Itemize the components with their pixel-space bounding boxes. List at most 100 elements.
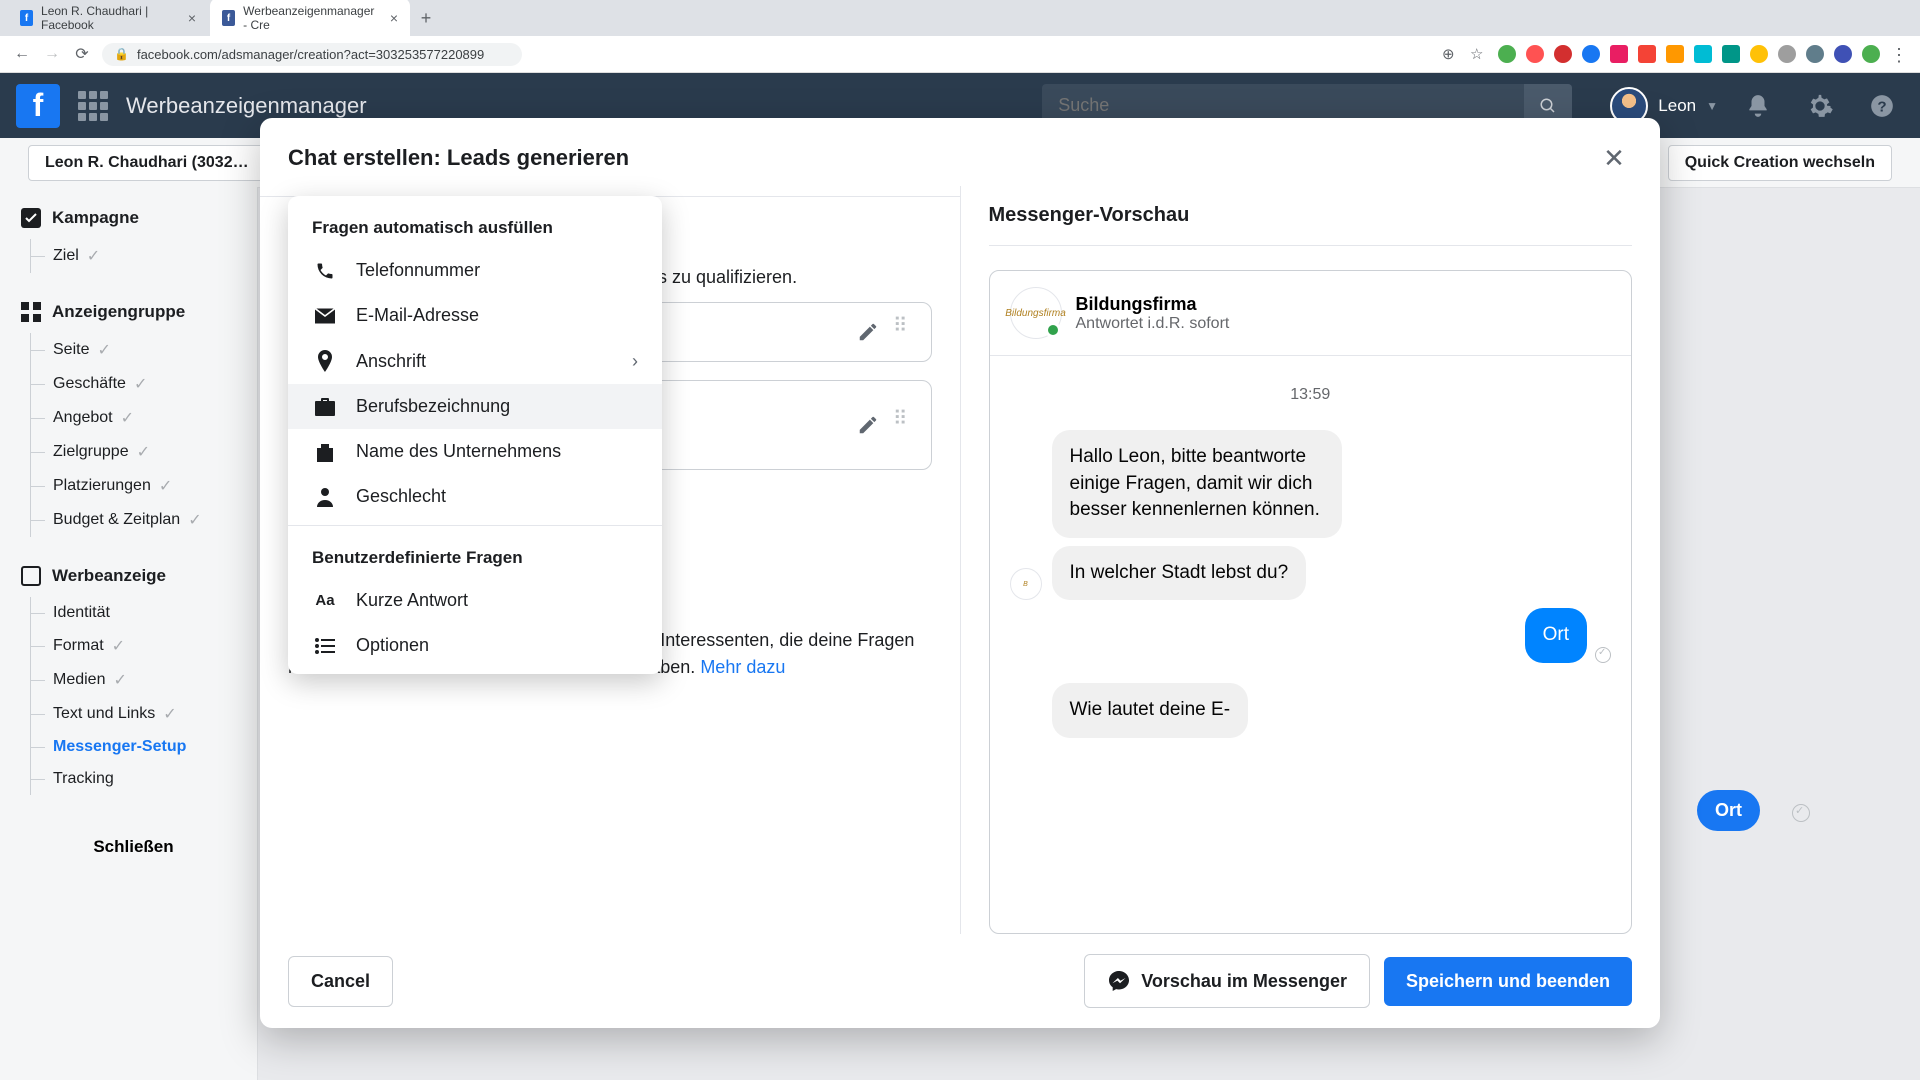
cancel-button[interactable]: Cancel (288, 956, 393, 1007)
apps-grid-icon[interactable] (78, 91, 108, 121)
ext-icon[interactable] (1638, 45, 1656, 63)
product-title: Werbeanzeigenmanager (126, 93, 367, 119)
back-icon[interactable]: ← (12, 45, 32, 63)
modal-title: Chat erstellen: Leads generieren (288, 145, 629, 171)
reload-icon[interactable]: ⟳ (72, 44, 92, 64)
sidebar-item-messenger-setup[interactable]: Messenger-Setup (31, 731, 247, 763)
address-bar[interactable]: 🔒 facebook.com/adsmanager/creation?act=3… (102, 43, 522, 66)
checkbox-checked-icon (20, 207, 42, 229)
ad-icon (20, 565, 42, 587)
message-bubble: In welcher Stadt lebst du? (1052, 546, 1307, 601)
star-icon[interactable]: ☆ (1470, 45, 1488, 63)
left-sidebar: Kampagne Ziel✓ Anzeigengruppe Seite✓ Ges… (0, 187, 258, 1080)
check-icon: ✓ (163, 704, 176, 724)
sidebar-item[interactable]: Zielgruppe✓ (31, 435, 247, 469)
popover-section-label: Benutzerdefinierte Fragen (288, 532, 662, 578)
popover-item-options[interactable]: Optionen (288, 623, 662, 668)
sidebar-section-adset[interactable]: Anzeigengruppe (20, 301, 247, 323)
search-icon (1539, 97, 1557, 115)
learn-more-link[interactable]: Mehr dazu (700, 657, 785, 677)
browser-tab-1[interactable]: f Leon R. Chaudhari | Facebook × (8, 0, 208, 38)
edit-icon[interactable] (857, 321, 879, 343)
extension-icons: ⊕ ☆ ⋮ (1442, 45, 1908, 63)
sidebar-item[interactable]: Medien✓ (31, 663, 247, 697)
ext-icon[interactable] (1610, 45, 1628, 63)
check-icon: ✓ (134, 374, 147, 394)
sidebar-item[interactable]: Text und Links✓ (31, 697, 247, 731)
seen-indicator-icon (1792, 804, 1810, 822)
facebook-favicon: f (20, 10, 33, 26)
popover-item-gender[interactable]: Geschlecht (288, 474, 662, 519)
sidebar-item-ziel[interactable]: Ziel✓ (31, 239, 247, 273)
preview-in-messenger-button[interactable]: Vorschau im Messenger (1084, 954, 1370, 1008)
lock-icon: 🔒 (114, 47, 129, 61)
address-row: ← → ⟳ 🔒 facebook.com/adsmanager/creation… (0, 36, 1920, 72)
message-row: Wie lautet deine E- (1010, 683, 1612, 738)
drag-handle-icon[interactable]: ⠿ (893, 414, 911, 436)
brand-subtitle: Antwortet i.d.R. sofort (1076, 315, 1230, 333)
ext-icon[interactable] (1666, 45, 1684, 63)
sidebar-item[interactable]: Tracking (31, 763, 247, 795)
close-modal-button[interactable]: ✕ (1596, 140, 1632, 176)
close-button[interactable]: Schließen (20, 825, 247, 869)
list-icon (312, 638, 338, 654)
ext-icon[interactable] (1806, 45, 1824, 63)
settings-icon[interactable] (1798, 84, 1842, 128)
quick-creation-button[interactable]: Quick Creation wechseln (1668, 145, 1892, 181)
preview-title: Messenger-Vorschau (989, 186, 1633, 246)
help-icon[interactable]: ? (1860, 84, 1904, 128)
search-input[interactable] (1042, 95, 1524, 116)
ext-icon[interactable] (1498, 45, 1516, 63)
modal-footer: Cancel Vorschau im Messenger Speichern u… (260, 934, 1660, 1028)
sidebar-item[interactable]: Platzierungen✓ (31, 469, 247, 503)
ext-icon[interactable] (1722, 45, 1740, 63)
drag-handle-icon[interactable]: ⠿ (893, 321, 911, 343)
sidebar-item[interactable]: Angebot✓ (31, 401, 247, 435)
sidebar-section-ad[interactable]: Werbeanzeige (20, 565, 247, 587)
brand-avatar-small: B (1010, 568, 1042, 600)
chevron-right-icon: › (632, 351, 638, 372)
close-tab-icon[interactable]: × (390, 10, 398, 26)
popover-item-email[interactable]: E-Mail-Adresse (288, 293, 662, 338)
account-selector[interactable]: Leon R. Chaudhari (3032… (28, 145, 266, 181)
check-icon: ✓ (113, 670, 126, 690)
browser-chrome: f Leon R. Chaudhari | Facebook × f Werbe… (0, 0, 1920, 73)
popover-item-short-answer[interactable]: Aa Kurze Antwort (288, 578, 662, 623)
person-icon (312, 487, 338, 507)
user-name: Leon (1658, 96, 1696, 116)
sidebar-item[interactable]: Budget & Zeitplan✓ (31, 503, 247, 537)
save-button[interactable]: Speichern und beenden (1384, 957, 1632, 1006)
sidebar-item[interactable]: Geschäfte✓ (31, 367, 247, 401)
ext-icon[interactable] (1526, 45, 1544, 63)
ort-pill[interactable]: Ort (1697, 790, 1760, 831)
url-text: facebook.com/adsmanager/creation?act=303… (137, 47, 484, 62)
new-tab-button[interactable]: + (412, 4, 440, 32)
check-icon: ✓ (137, 442, 150, 462)
facebook-logo[interactable]: f (16, 84, 60, 128)
sidebar-section-campaign[interactable]: Kampagne (20, 207, 247, 229)
message-bubble: Hallo Leon, bitte beantworte einige Frag… (1052, 430, 1342, 538)
profile-icon[interactable] (1862, 45, 1880, 63)
browser-tab-2[interactable]: f Werbeanzeigenmanager - Cre × (210, 0, 410, 38)
sidebar-item[interactable]: Seite✓ (31, 333, 247, 367)
sidebar-item[interactable]: Format✓ (31, 629, 247, 663)
zoom-icon[interactable]: ⊕ (1442, 45, 1460, 63)
popover-section-label: Fragen automatisch ausfüllen (288, 202, 662, 248)
popover-item-address[interactable]: Anschrift › (288, 338, 662, 384)
notifications-icon[interactable] (1736, 84, 1780, 128)
ext-icon[interactable] (1694, 45, 1712, 63)
message-bubble: Wie lautet deine E- (1052, 683, 1249, 738)
sidebar-item[interactable]: Identität (31, 597, 247, 629)
popover-item-phone[interactable]: Telefonnummer (288, 248, 662, 293)
close-tab-icon[interactable]: × (188, 10, 196, 26)
ext-icon[interactable] (1778, 45, 1796, 63)
ext-icon[interactable] (1834, 45, 1852, 63)
popover-item-company[interactable]: Name des Unternehmens (288, 429, 662, 474)
ext-icon[interactable] (1554, 45, 1572, 63)
edit-icon[interactable] (857, 414, 879, 436)
popover-item-job[interactable]: Berufsbezeichnung (288, 384, 662, 429)
check-icon: ✓ (87, 246, 100, 266)
menu-icon[interactable]: ⋮ (1890, 45, 1908, 63)
ext-icon[interactable] (1750, 45, 1768, 63)
ext-icon[interactable] (1582, 45, 1600, 63)
